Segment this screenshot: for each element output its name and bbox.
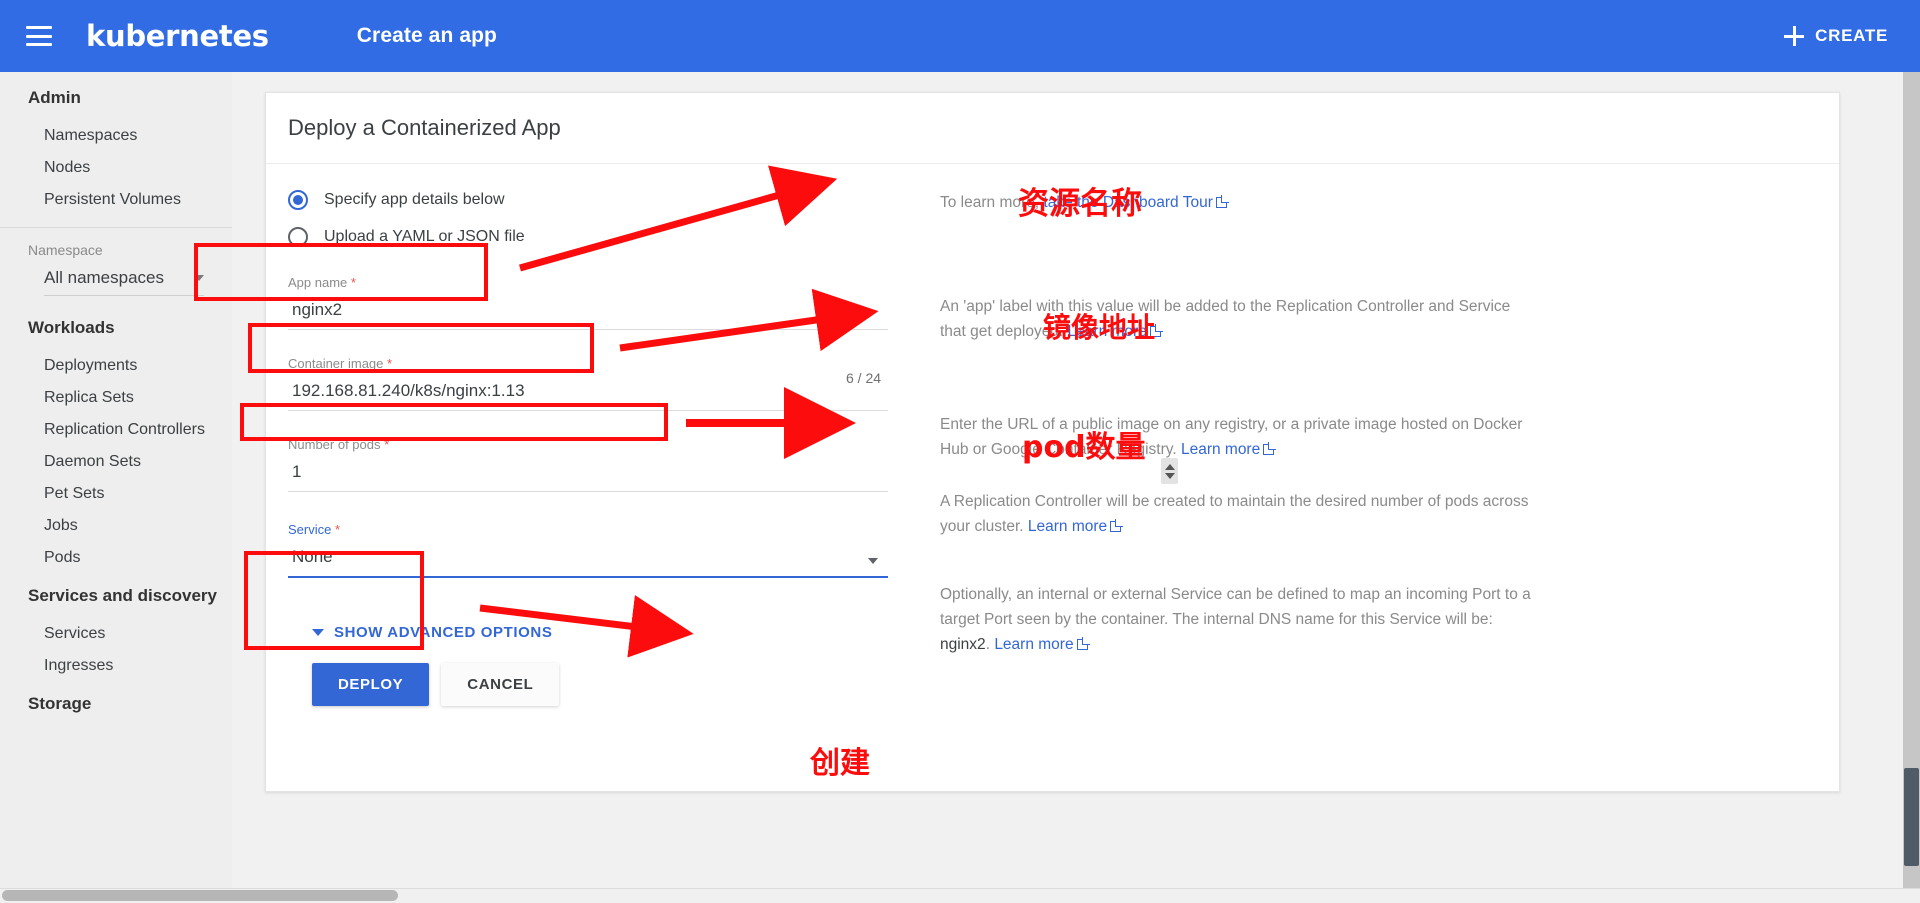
top-app-bar: kubernetes Create an app CREATE: [0, 0, 1920, 72]
annotation-box-deploy: [244, 551, 424, 650]
annotation-label-number-of-pods: pod数量: [1022, 430, 1146, 465]
annotation-box-app-name: [194, 243, 488, 301]
plus-icon: [1784, 26, 1805, 46]
arrow-to-container-image: [619, 288, 879, 352]
annotation-box-number-of-pods: [240, 403, 668, 441]
page-title: Create an app: [356, 24, 497, 47]
kubernetes-logo-text[interactable]: kubernetes: [86, 19, 269, 53]
annotation-box-container-image: [248, 323, 594, 373]
hamburger-menu-icon[interactable]: [26, 26, 52, 46]
annotation-arrows-layer: [479, 165, 879, 658]
arrow-to-app-name: [519, 165, 838, 272]
annotation-label-app-name: 资源名称: [1018, 186, 1142, 222]
create-button-label: CREATE: [1815, 26, 1888, 45]
arrow-to-deploy: [479, 595, 694, 658]
annotation-label-container-image: 镜像地址: [1043, 311, 1156, 344]
create-button[interactable]: CREATE: [1774, 18, 1898, 54]
annotation-label-deploy: 创建: [810, 746, 870, 781]
